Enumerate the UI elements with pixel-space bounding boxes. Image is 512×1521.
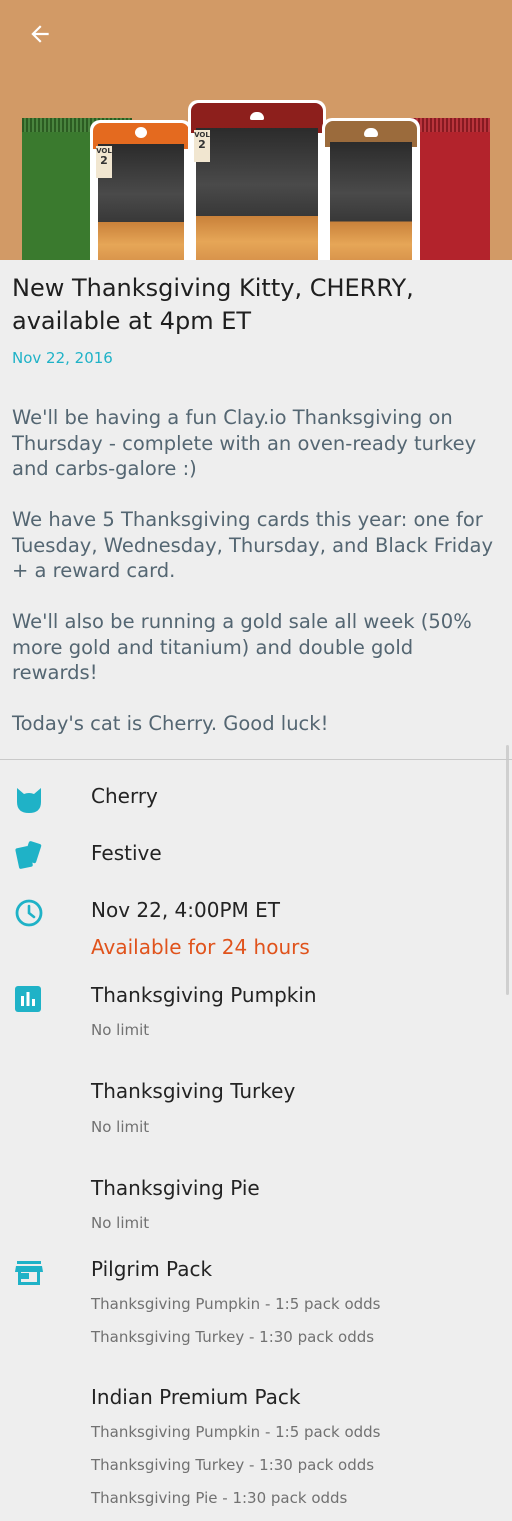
bar-chart-icon (14, 985, 44, 1015)
post-paragraph: We'll also be running a gold sale all we… (12, 610, 472, 684)
cards-icon (14, 840, 44, 870)
store-icon (14, 1258, 44, 1288)
post-paragraph: We'll be having a fun Clay.io Thanksgivi… (12, 406, 477, 480)
post-date: Nov 22, 2016 (12, 349, 113, 367)
card-limit: No limit (91, 1021, 150, 1039)
card-limit: No limit (91, 1118, 150, 1136)
cat-name: Cherry (91, 784, 158, 808)
clock-icon (14, 898, 44, 928)
pack-odds: Thanksgiving Pumpkin - 1:5 pack odds (91, 1295, 381, 1313)
post-title: New Thanksgiving Kitty, CHERRY, availabl… (12, 274, 414, 335)
card-limit: No limit (91, 1214, 150, 1232)
card-type: Festive (91, 841, 162, 865)
pack-odds: Thanksgiving Pumpkin - 1:5 pack odds (91, 1423, 381, 1441)
arrow-left-icon (31, 25, 49, 43)
release-time: Nov 22, 4:00PM ET (91, 898, 280, 922)
pie-card: VOL 2 (188, 100, 326, 260)
availability-notice: Available for 24 hours (91, 935, 310, 959)
post-paragraph: We have 5 Thanksgiving cards this year: … (12, 508, 494, 582)
pack-odds: Thanksgiving Turkey - 1:30 pack odds (91, 1456, 375, 1474)
turkey-card (322, 118, 420, 260)
divider (0, 759, 512, 760)
turkey-icon (364, 128, 378, 137)
volume-badge: VOL 2 (96, 146, 112, 178)
card-name: Thanksgiving Pumpkin (91, 983, 317, 1007)
pack-name: Indian Premium Pack (91, 1385, 301, 1409)
post-paragraph: Today's cat is Cherry. Good luck! (12, 712, 329, 735)
pack-odds: Thanksgiving Turkey - 1:30 pack odds (91, 1328, 375, 1346)
scrollbar[interactable] (506, 745, 509, 995)
pie-icon (250, 112, 264, 120)
pumpkin-icon (135, 127, 147, 138)
hero-image: VOL 2 VOL 2 (0, 0, 512, 260)
pack-name: Pilgrim Pack (91, 1257, 213, 1281)
card-name: Thanksgiving Turkey (91, 1079, 296, 1103)
back-button[interactable] (24, 18, 56, 50)
volume-badge: VOL 2 (194, 130, 210, 162)
pack-odds: Thanksgiving Pie - 1:30 pack odds (91, 1489, 348, 1507)
card-name: Thanksgiving Pie (91, 1176, 260, 1200)
pumpkin-card: VOL 2 (90, 120, 192, 260)
cat-icon (14, 785, 44, 815)
